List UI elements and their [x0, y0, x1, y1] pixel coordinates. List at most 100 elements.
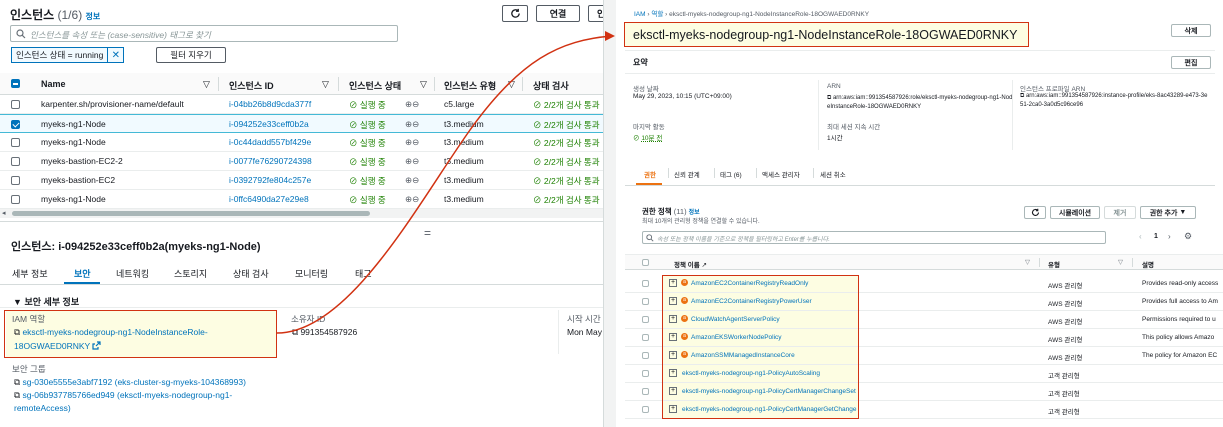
- row-checkbox[interactable]: [642, 388, 649, 395]
- prev-page-icon[interactable]: ‹: [1139, 232, 1142, 241]
- delete-button[interactable]: 삭제: [1171, 24, 1211, 37]
- simulate-button[interactable]: 시뮬레이션: [1050, 206, 1100, 219]
- row-checkbox[interactable]: [11, 120, 20, 129]
- tab-tags[interactable]: 태그: [355, 267, 372, 280]
- settings-gear-icon[interactable]: ⚙: [1184, 231, 1192, 242]
- policy-type: 고객 관리형: [1048, 391, 1080, 398]
- tab-tags[interactable]: 태그 (6): [720, 169, 742, 179]
- remove-button[interactable]: 제거: [1104, 206, 1136, 219]
- instance-state-button[interactable]: 인: [588, 5, 603, 22]
- arn-value: ⧉ arn:aws:iam::991354587926:role/eksctl-…: [827, 94, 1013, 112]
- table-row[interactable]: myeks-bastion-EC2-2 i-0077fe76290724398 ⊘ …: [0, 152, 603, 171]
- tab-security[interactable]: 보안: [74, 267, 91, 280]
- row-checkbox[interactable]: [642, 334, 649, 341]
- breadcrumb-iam[interactable]: IAM: [634, 11, 646, 18]
- table-row[interactable]: myeks-ng1-Node i-0c44dadd557bf429e ⊘ 실행 중 ⊕…: [0, 133, 603, 152]
- zoom-icons[interactable]: ⊕⊖: [405, 194, 419, 205]
- copy-icon[interactable]: ⧉: [827, 95, 831, 101]
- sort-icon[interactable]: ▽: [1118, 258, 1123, 266]
- row-checkbox[interactable]: [642, 406, 649, 413]
- tab-trust-relationships[interactable]: 신뢰 관계: [674, 169, 700, 179]
- col-type[interactable]: 유형: [1048, 259, 1060, 269]
- zoom-icons[interactable]: ⊕⊖: [405, 119, 419, 130]
- row-checkbox[interactable]: [642, 280, 649, 287]
- row-checkbox[interactable]: [11, 138, 20, 147]
- select-all-checkbox[interactable]: [642, 259, 649, 266]
- close-icon[interactable]: ✕: [107, 48, 123, 62]
- copy-icon[interactable]: ⧉: [14, 390, 20, 400]
- copy-icon[interactable]: ⧉: [14, 327, 20, 337]
- sort-icon[interactable]: ▽: [420, 79, 427, 90]
- tab-permissions[interactable]: 권한: [644, 169, 656, 179]
- resize-handle[interactable]: =: [424, 226, 431, 240]
- instance-id-link[interactable]: i-0ffc6490da27e29e8: [229, 194, 337, 204]
- row-checkbox[interactable]: [642, 370, 649, 377]
- instances-title: 인스턴스 (1/6) 정보: [10, 6, 100, 23]
- sort-icon[interactable]: ▽: [508, 79, 515, 90]
- copy-icon[interactable]: ⧉: [14, 377, 20, 387]
- copy-icon[interactable]: ⧉: [292, 327, 298, 337]
- table-row[interactable]: karpenter.sh/provisioner-name/default i-0…: [0, 95, 603, 114]
- row-checkbox[interactable]: [11, 176, 20, 185]
- add-permissions-button[interactable]: 권한 추가 ▼: [1140, 206, 1196, 219]
- horizontal-scrollbar[interactable]: ◂: [0, 209, 603, 218]
- select-all-checkbox[interactable]: [11, 79, 20, 88]
- info-link[interactable]: 정보: [86, 12, 101, 21]
- row-checkbox[interactable]: [642, 352, 649, 359]
- policy-search-input[interactable]: 속성 또는 정책 이름을 기준으로 정책을 필터링하고 Enter를 누릅니다.: [642, 231, 1106, 244]
- clear-filters-button[interactable]: 필터 지우기: [156, 47, 226, 63]
- tab-details[interactable]: 세부 정보: [12, 267, 48, 280]
- search-input[interactable]: 인스턴스를 속성 또는 (case-sensitive) 태그로 찾기: [10, 25, 398, 42]
- col-instance-state[interactable]: 인스턴스 상태: [349, 79, 401, 92]
- sort-icon[interactable]: ▽: [1025, 258, 1030, 266]
- sort-icon[interactable]: ▽: [322, 79, 329, 90]
- sort-icon[interactable]: ▽: [203, 79, 210, 90]
- col-status-check[interactable]: 상태 검사: [533, 79, 569, 92]
- row-checkbox[interactable]: [642, 316, 649, 323]
- page-number[interactable]: 1: [1154, 233, 1158, 240]
- connect-button[interactable]: 연결: [536, 5, 580, 22]
- instance-id-link[interactable]: i-0c44dadd557bf429e: [229, 137, 337, 147]
- next-page-icon[interactable]: ›: [1168, 232, 1171, 241]
- table-row[interactable]: myeks-ng1-Node i-0ffc6490da27e29e8 ⊘ 실행 중 ⊕…: [0, 190, 603, 209]
- sg2-text-line2: remoteAccess): [14, 403, 71, 413]
- tab-status-checks[interactable]: 상태 검사: [233, 267, 269, 280]
- col-name[interactable]: Name: [41, 79, 66, 89]
- col-description[interactable]: 설명: [1142, 259, 1154, 269]
- table-row[interactable]: myeks-ng1-Node i-094252e33ceff0b2a ⊘ 실행 중 ⊕…: [0, 114, 603, 133]
- tab-storage[interactable]: 스토리지: [174, 267, 207, 280]
- row-checkbox[interactable]: [11, 195, 20, 204]
- edit-button[interactable]: 편집: [1171, 56, 1211, 69]
- scroll-left-icon[interactable]: ◂: [2, 209, 6, 217]
- iam-role-link[interactable]: ⧉ eksctl-myeks-nodegroup-ng1-NodeInstanc…: [14, 325, 264, 353]
- instance-id-link[interactable]: i-094252e33ceff0b2a: [229, 119, 337, 129]
- instance-id-link[interactable]: i-04bb26b8d9cda377f: [229, 99, 337, 109]
- instance-id-link[interactable]: i-0077fe76290724398: [229, 156, 337, 166]
- refresh-button[interactable]: [1024, 206, 1046, 219]
- copy-icon[interactable]: ⧉: [1020, 93, 1024, 99]
- tab-networking[interactable]: 네트워킹: [116, 267, 149, 280]
- col-policy-name[interactable]: 정책 이름 ↗: [674, 259, 707, 269]
- security-group-2[interactable]: ⧉ sg-06b937785766ed949 (eksctl-myeks-nod…: [14, 389, 246, 415]
- tab-monitoring[interactable]: 모니터링: [295, 267, 328, 280]
- row-checkbox[interactable]: [642, 298, 649, 305]
- row-checkbox[interactable]: [11, 157, 20, 166]
- instance-id-link[interactable]: i-0392792fe804c257e: [229, 175, 337, 185]
- refresh-button[interactable]: [502, 5, 528, 22]
- breadcrumb-roles[interactable]: 역할: [651, 11, 663, 18]
- tab-revoke-sessions[interactable]: 세션 취소: [820, 169, 846, 179]
- zoom-icons[interactable]: ⊕⊖: [405, 137, 419, 148]
- row-checkbox[interactable]: [11, 100, 20, 109]
- col-instance-type[interactable]: 인스턴스 유형: [444, 79, 496, 92]
- instance-profile-text: arn:aws:iam::991354587926:instance-profi…: [1020, 93, 1208, 108]
- zoom-icons[interactable]: ⊕⊖: [405, 175, 419, 186]
- security-group-1[interactable]: ⧉ sg-030e5555e3abf7192 (eks-cluster-sg-m…: [14, 376, 246, 389]
- status-check: ⊘ 2/2개 검사 통과: [533, 194, 603, 206]
- scrollbar-thumb[interactable]: [12, 211, 370, 216]
- filter-chip[interactable]: 인스턴스 상태 = running ✕: [11, 47, 125, 63]
- zoom-icons[interactable]: ⊕⊖: [405, 99, 419, 110]
- col-instance-id[interactable]: 인스턴스 ID: [229, 79, 274, 92]
- tab-access-advisor[interactable]: 액세스 관리자: [762, 169, 800, 179]
- table-row[interactable]: myeks-bastion-EC2 i-0392792fe804c257e ⊘ 실행…: [0, 171, 603, 190]
- zoom-icons[interactable]: ⊕⊖: [405, 156, 419, 167]
